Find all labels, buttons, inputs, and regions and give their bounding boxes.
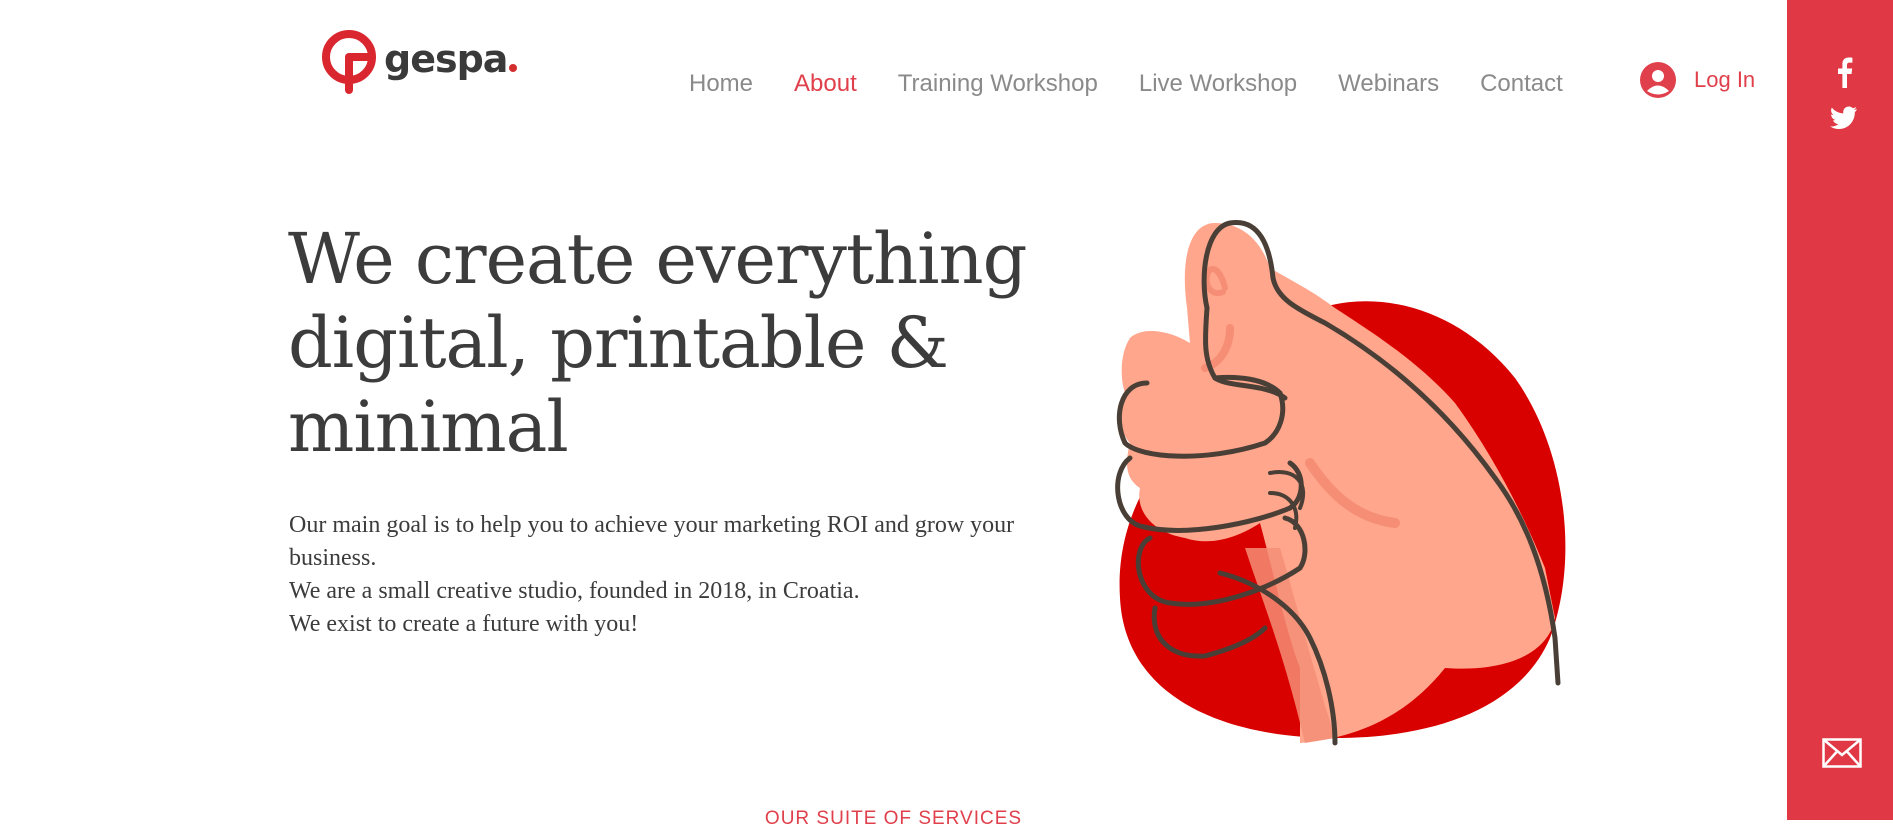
nav-item-about[interactable]: About [794, 70, 857, 98]
hero-paragraph: We are a small creative studio, founded … [289, 578, 860, 604]
logo-mark-icon [322, 30, 376, 94]
nav-item-home[interactable]: Home [689, 70, 753, 98]
facebook-icon[interactable] [1830, 56, 1858, 88]
hero-paragraph: We exist to create a future with you! [289, 611, 639, 637]
hero-headline-line: digital, printable & [288, 302, 949, 384]
nav-item-training-workshop[interactable]: Training Workshop [898, 70, 1098, 98]
brand-name: gespa [384, 37, 508, 81]
nav-item-webinars[interactable]: Webinars [1338, 70, 1439, 98]
hero-paragraph: Our main goal is to help you to achieve … [289, 512, 1015, 571]
nav-item-contact[interactable]: Contact [1480, 70, 1563, 98]
brand-dot [509, 64, 518, 72]
login-button[interactable]: Log In [1640, 62, 1755, 98]
hero-headline-line: We create everything [288, 218, 1027, 300]
services-section-title: OUR SUITE OF SERVICES [764, 808, 1023, 829]
nav-item-live-workshop[interactable]: Live Workshop [1139, 70, 1297, 98]
login-label: Log In [1694, 67, 1756, 92]
main-nav: Home About Training Workshop Live Worksh… [689, 70, 1604, 98]
twitter-icon[interactable] [1830, 106, 1858, 130]
hero-headline: We create everything digital, printable … [288, 217, 1088, 469]
mail-icon[interactable] [1822, 738, 1862, 768]
hero-description: Our main goal is to help you to achieve … [289, 509, 1049, 641]
hero-headline-line: minimal [288, 386, 569, 468]
brand-logo[interactable]: gespa [322, 30, 518, 94]
thumbs-up-illustration [1115, 220, 1566, 746]
user-avatar-icon [1640, 62, 1676, 98]
